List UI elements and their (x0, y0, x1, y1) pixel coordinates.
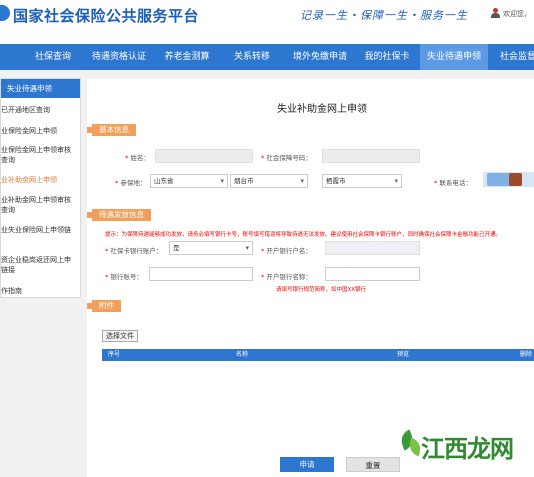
insured-place-label: * 参保地： (115, 179, 147, 187)
bank-branch-label: * 开户银行名称： (261, 273, 312, 281)
site-header: 国家社会保险公共服务平台 记录一生・保障一生・服务一生 欢迎您， (0, 0, 534, 44)
nav-item-overseas-exemption[interactable]: 境外免缴申请 (286, 44, 354, 70)
user-icon[interactable] (491, 8, 500, 18)
bank-account-label: * 银行账号： (105, 273, 143, 281)
section-attachment: 附件 (87, 300, 121, 312)
bank-branch-label-text: 开户银行名称： (266, 273, 312, 281)
insured-place-label-text: 参保地： (120, 179, 147, 187)
sidebar-item-subsidy-apply[interactable]: 业补助金网上申领 (1, 175, 80, 185)
bank-account-field[interactable] (149, 267, 253, 281)
nav-item-social-security-query[interactable]: 社保查询 (27, 44, 79, 70)
bank-branch-field[interactable] (325, 267, 420, 281)
sidebar-item-label-line2: 查询 (1, 206, 15, 214)
bank-name-field[interactable] (325, 241, 420, 255)
phone-label: * 联系电话： (434, 179, 472, 187)
nav-item-unemployment[interactable]: 失业待遇申领 (420, 44, 488, 70)
city-select[interactable]: 烟台市 (230, 174, 308, 188)
column-header-index: 序号 (108, 351, 121, 358)
nav-item-transfer[interactable]: 关系转移 (226, 44, 278, 70)
bank-name-label: * 开户银行户名： (261, 247, 312, 255)
main-nav: 社保查询 待遇资格认证 养老金测算 关系转移 境外免缴申请 我的社保卡 失业待遇… (0, 44, 534, 70)
welcome-text: 欢迎您， (503, 10, 531, 18)
name-field[interactable] (155, 149, 253, 163)
bank-name-label-text: 开户银行户名： (266, 247, 312, 255)
nav-item-my-card[interactable]: 我的社保卡 (358, 44, 416, 70)
reset-button[interactable]: 重置 (346, 457, 400, 472)
page-title: 失业补助金网上申领 (277, 104, 367, 115)
nav-item-supervision[interactable]: 社会监督 (494, 44, 534, 70)
watermark: 江西龙网 (397, 427, 514, 467)
sidebar: 失业待遇申领 已开通地区查询 业保险金网上申领 业保险金网上申领审核 查询 业补助… (0, 78, 81, 298)
card-account-label: * 社保卡银行账户： (105, 247, 163, 255)
name-label-text: 姓名： (130, 154, 150, 162)
slogan: 记录一生・保障一生・服务一生 (300, 9, 468, 22)
sidebar-item-regions[interactable]: 已开通地区查询 (1, 105, 80, 115)
main-panel: 失业补助金网上申领 基本信息 * 姓名： * 社会保障号码： * 参保地： 山东… (87, 79, 534, 477)
nav-item-pension-calculator[interactable]: 养老金测算 (158, 44, 216, 70)
payment-notice: 提示：为保障待遇能够成功发放，请务必填写银行卡号，账号填写错误将导致待遇无法发放… (105, 232, 502, 238)
card-account-select[interactable]: 是 (169, 241, 253, 255)
sidebar-item-label-line2: 查询 (1, 156, 15, 164)
sidebar-title: 失业待遇申领 (1, 79, 80, 98)
choose-file-button[interactable]: 选择文件 (102, 330, 138, 342)
sidebar-item-insurance-review[interactable]: 业保险金网上申领审核 查询 (1, 145, 80, 165)
sidebar-item-subsidy-review[interactable]: 业补助金网上申领审核 查询 (1, 195, 80, 215)
column-header-name: 名称 (236, 351, 249, 358)
logo-icon (0, 5, 10, 21)
section-basic-info: 基本信息 (87, 124, 136, 136)
section-payment-info: 待遇发放信息 (87, 209, 151, 221)
ssn-field[interactable] (322, 149, 420, 163)
ssn-label-text: 社会保障号码： (266, 154, 312, 162)
attachment-table-header: 序号 名称 预览 删除 (102, 349, 534, 361)
sidebar-item-label: 资企业稳岗返还网上申 (1, 256, 71, 264)
sidebar-item-label-line2: 链接 (1, 266, 15, 274)
phone-label-text: 联系电话： (439, 179, 472, 187)
nav-item-qualification[interactable]: 待遇资格认证 (86, 44, 152, 70)
column-header-delete: 删除 (520, 351, 533, 358)
district-select[interactable]: 栖霞市 (322, 174, 402, 188)
sidebar-item-label: 业补助金网上申领审核 (1, 196, 71, 204)
sidebar-item-guide[interactable]: 作指南 (1, 286, 80, 296)
sidebar-item-stable-job-refund[interactable]: 资企业稳岗返还网上申 链接 (1, 255, 80, 275)
watermark-text: 江西龙网 (421, 435, 514, 463)
sidebar-item-label: 业保险金网上申领审核 (1, 146, 71, 154)
province-select[interactable]: 山东省 (150, 174, 228, 188)
sidebar-item-insurance-link[interactable]: 业失业保险网上申领链 (1, 225, 80, 235)
phone-field[interactable] (483, 172, 534, 187)
column-header-preview: 预览 (397, 351, 410, 358)
name-label: * 姓名： (125, 154, 150, 162)
sidebar-item-insurance-apply[interactable]: 业保险金网上申领 (1, 126, 80, 136)
bank-account-label-text: 银行账号： (110, 273, 143, 281)
site-title[interactable]: 国家社会保险公共服务平台 (13, 5, 199, 26)
card-account-label-text: 社保卡银行账户： (110, 247, 163, 255)
ssn-label: * 社会保障号码： (261, 154, 312, 162)
leaf-icon (397, 429, 423, 459)
submit-button[interactable]: 申请 (280, 457, 334, 472)
bank-branch-hint: 请填写银行规范简称，如中国XX银行 (276, 287, 367, 293)
